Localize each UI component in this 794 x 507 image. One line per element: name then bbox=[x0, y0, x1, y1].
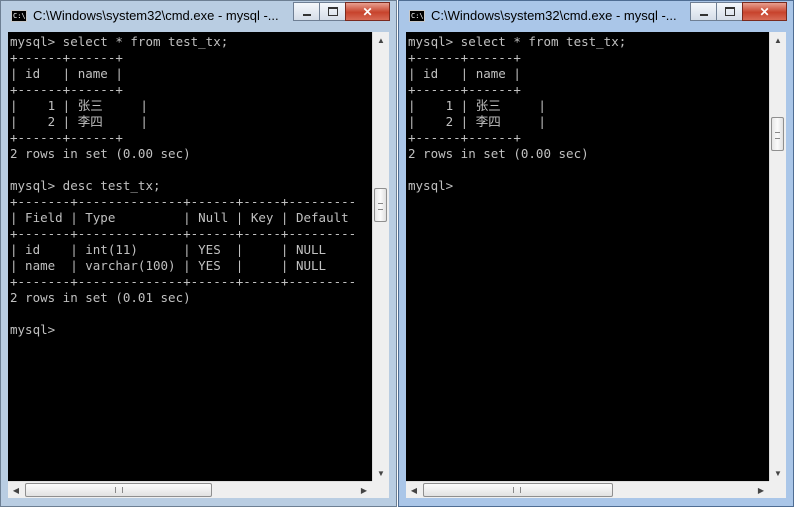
caption-buttons: ✕ bbox=[690, 2, 787, 21]
console-text: mysql> select * from test_tx; +------+---… bbox=[10, 34, 356, 338]
console-line: | 1 | 张三 | bbox=[10, 98, 148, 113]
console-line: +-------+--------------+------+-----+---… bbox=[10, 274, 357, 289]
scroll-right-button[interactable]: ▶ bbox=[753, 482, 769, 498]
close-button[interactable]: ✕ bbox=[345, 2, 390, 21]
caption-buttons: ✕ bbox=[293, 2, 390, 21]
arrow-right-icon: ▶ bbox=[757, 485, 765, 495]
console-line: +------+------+ bbox=[408, 130, 521, 145]
minimize-button[interactable] bbox=[690, 2, 717, 21]
grip-icon bbox=[513, 487, 521, 493]
title-bar[interactable]: C:\ C:\Windows\system32\cmd.exe - mysql … bbox=[399, 1, 793, 31]
maximize-icon bbox=[724, 7, 735, 16]
grip-icon bbox=[115, 487, 123, 493]
window-title: C:\Windows\system32\cmd.exe - mysql -... bbox=[431, 8, 677, 23]
arrow-left-icon: ◀ bbox=[410, 485, 418, 495]
maximize-icon bbox=[327, 7, 338, 16]
cmd-icon[interactable]: C:\ bbox=[11, 10, 27, 22]
console-line: +------+------+ bbox=[10, 82, 123, 97]
close-icon: ✕ bbox=[362, 4, 373, 19]
size-grip[interactable] bbox=[769, 481, 786, 498]
window-title: C:\Windows\system32\cmd.exe - mysql -... bbox=[33, 8, 279, 23]
title-bar[interactable]: C:\ C:\Windows\system32\cmd.exe - mysql … bbox=[1, 1, 396, 31]
console-line: +------+------+ bbox=[408, 50, 521, 65]
scroll-down-button[interactable]: ▼ bbox=[770, 465, 786, 481]
grip-icon bbox=[378, 203, 383, 210]
arrow-right-icon: ▶ bbox=[360, 485, 368, 495]
scroll-up-button[interactable]: ▲ bbox=[373, 32, 389, 48]
console-line: mysql> select * from test_tx; bbox=[408, 34, 627, 49]
vertical-scroll-thumb[interactable] bbox=[374, 188, 387, 222]
console-line: | id | int(11) | YES | | NULL bbox=[10, 242, 327, 257]
console-line: | Field | Type | Null | Key | Default bbox=[10, 210, 349, 225]
console-line: | id | name | bbox=[408, 66, 521, 81]
console-line: +------+------+ bbox=[10, 130, 123, 145]
console-line: +-------+--------------+------+-----+---… bbox=[10, 194, 357, 209]
console-line: +------+------+ bbox=[10, 50, 123, 65]
console-line: 2 rows in set (0.00 sec) bbox=[408, 146, 589, 161]
minimize-icon bbox=[699, 14, 708, 16]
scroll-right-button[interactable]: ▶ bbox=[356, 482, 372, 498]
console-line: 2 rows in set (0.00 sec) bbox=[10, 146, 191, 161]
close-icon: ✕ bbox=[759, 4, 770, 19]
cmd-icon[interactable]: C:\ bbox=[409, 10, 425, 22]
scroll-up-button[interactable]: ▲ bbox=[770, 32, 786, 48]
grip-icon bbox=[775, 132, 780, 139]
console-line: +------+------+ bbox=[408, 82, 521, 97]
arrow-left-icon: ◀ bbox=[12, 485, 20, 495]
arrow-down-icon: ▼ bbox=[774, 468, 782, 478]
arrow-up-icon: ▲ bbox=[774, 35, 782, 45]
console-line: mysql> select * from test_tx; bbox=[10, 34, 229, 49]
console-line: | 2 | 李四 | bbox=[10, 114, 148, 129]
cmd-window-right: C:\ C:\Windows\system32\cmd.exe - mysql … bbox=[398, 0, 794, 507]
vertical-scrollbar[interactable]: ▲ ▼ bbox=[769, 32, 786, 481]
arrow-down-icon: ▼ bbox=[377, 468, 385, 478]
console-line: | 2 | 李四 | bbox=[408, 114, 546, 129]
horizontal-scroll-thumb[interactable] bbox=[423, 483, 613, 497]
horizontal-scrollbar[interactable]: ◀ ▶ bbox=[406, 481, 769, 498]
console-line: | 1 | 张三 | bbox=[408, 98, 546, 113]
horizontal-scrollbar[interactable]: ◀ ▶ bbox=[8, 481, 372, 498]
vertical-scrollbar[interactable]: ▲ ▼ bbox=[372, 32, 389, 481]
console-prompt: mysql> bbox=[408, 178, 454, 193]
size-grip[interactable] bbox=[372, 481, 389, 498]
cmd-window-left: C:\ C:\Windows\system32\cmd.exe - mysql … bbox=[0, 0, 397, 507]
scroll-left-button[interactable]: ◀ bbox=[8, 482, 24, 498]
horizontal-scroll-thumb[interactable] bbox=[25, 483, 212, 497]
console-line: mysql> desc test_tx; bbox=[10, 178, 161, 193]
maximize-button[interactable] bbox=[716, 2, 743, 21]
console-prompt: mysql> bbox=[10, 322, 56, 337]
console-text: mysql> select * from test_tx; +------+---… bbox=[408, 34, 626, 194]
scroll-left-button[interactable]: ◀ bbox=[406, 482, 422, 498]
arrow-up-icon: ▲ bbox=[377, 35, 385, 45]
console-output[interactable]: mysql> select * from test_tx; +------+---… bbox=[8, 32, 372, 481]
console-line: | name | varchar(100) | YES | | NULL bbox=[10, 258, 327, 273]
vertical-scroll-thumb[interactable] bbox=[771, 117, 784, 151]
close-button[interactable]: ✕ bbox=[742, 2, 787, 21]
minimize-button[interactable] bbox=[293, 2, 320, 21]
console-output[interactable]: mysql> select * from test_tx; +------+---… bbox=[406, 32, 769, 481]
console-line: 2 rows in set (0.01 sec) bbox=[10, 290, 191, 305]
console-line: | id | name | bbox=[10, 66, 123, 81]
console-line: +-------+--------------+------+-----+---… bbox=[10, 226, 357, 241]
scroll-down-button[interactable]: ▼ bbox=[373, 465, 389, 481]
minimize-icon bbox=[302, 14, 311, 16]
maximize-button[interactable] bbox=[319, 2, 346, 21]
